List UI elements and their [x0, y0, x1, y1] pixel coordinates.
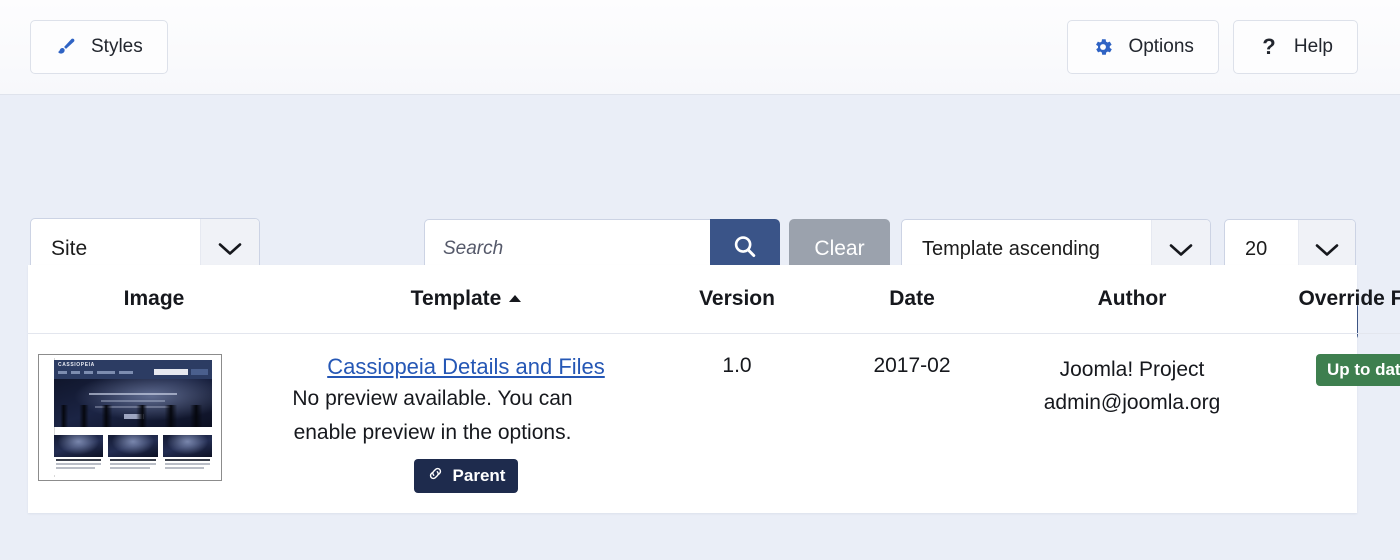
templates-table: Image Template Version Date Author Overr… [28, 265, 1400, 513]
styles-button[interactable]: Styles [30, 20, 168, 74]
help-button[interactable]: ? Help [1232, 20, 1358, 74]
table-header-row: Image Template Version Date Author Overr… [28, 265, 1400, 334]
styles-button-label: Styles [91, 36, 143, 57]
help-button-label: Help [1293, 36, 1333, 57]
top-toolbar: Styles Options ? Help [0, 0, 1400, 95]
thumbnail-card-text [164, 467, 204, 469]
column-header-image[interactable]: Image [28, 265, 280, 334]
parent-badge-label: Parent [452, 466, 506, 486]
column-header-author-label: Author [1097, 287, 1167, 310]
thumbnail-hero-image [54, 379, 212, 427]
thumbnail-card-text [56, 467, 96, 469]
author-email: admin@joomla.org [1043, 390, 1221, 414]
templates-table-card: Image Template Version Date Author Overr… [28, 265, 1400, 514]
status-badge: Up to date [1315, 354, 1400, 386]
column-header-image-label: Image [123, 287, 185, 310]
thumbnail-card-image [54, 435, 104, 457]
template-details-link[interactable]: Cassiopeia Details and Files [290, 354, 642, 380]
thumbnail-card-image [108, 435, 158, 457]
thumbnail-card-text [110, 463, 156, 465]
template-thumbnail[interactable]: CASSIOPEIA [38, 354, 222, 481]
thumbnail-card-grid [54, 435, 212, 475]
thumbnail-card-image [162, 435, 212, 457]
thumbnail-card [108, 435, 158, 475]
column-header-template[interactable]: Template [280, 265, 652, 334]
sort-ascending-icon [509, 295, 522, 302]
thumbnail-hero-button [123, 414, 145, 419]
thumbnail-card-text [110, 467, 150, 469]
filter-bar: Site Clear Template ascending [0, 95, 1400, 340]
brush-icon [55, 36, 77, 58]
table-body: CASSIOPEIA Cassiopeia Details and Files … [28, 334, 1400, 514]
template-thumbnail-preview: CASSIOPEIA [42, 358, 218, 477]
thumbnail-menu-items [58, 371, 133, 374]
search-icon [730, 232, 760, 267]
toolbar-right-group: Options ? Help [1067, 20, 1358, 74]
parent-badge: Parent [413, 459, 519, 494]
thumbnail-search-field [154, 369, 188, 375]
thumbnail-hero-line [101, 400, 165, 402]
thumbnail-site-nav: CASSIOPEIA [54, 360, 212, 379]
cell-date: 2017-02 [873, 354, 951, 377]
options-button-label: Options [1128, 36, 1194, 57]
thumbnail-card-title [56, 459, 102, 461]
thumbnail-card-title [164, 459, 210, 461]
column-header-date-label: Date [889, 287, 935, 310]
thumbnail-card-title [110, 459, 156, 461]
toolbar-left-group: Styles [30, 20, 168, 74]
template-description: No preview available. You can enable pre… [292, 387, 573, 444]
thumbnail-hero-line [88, 393, 178, 395]
column-header-override-files[interactable]: Override Files [1262, 265, 1400, 334]
column-header-override-files-label: Override Files [1298, 287, 1400, 310]
thumbnail-search-button [191, 369, 208, 375]
column-header-date[interactable]: Date [822, 265, 1002, 334]
cell-image: CASSIOPEIA [28, 334, 280, 514]
options-button[interactable]: Options [1067, 20, 1219, 74]
cell-author: Joomla! Project admin@joomla.org [1002, 334, 1262, 514]
cell-version: 1.0 [722, 354, 752, 377]
link-icon [427, 465, 444, 487]
thumbnail-hero-line [95, 406, 171, 408]
table-row: CASSIOPEIA Cassiopeia Details and Files … [28, 334, 1400, 514]
thumbnail-card [162, 435, 212, 475]
question-mark-icon: ? [1262, 34, 1276, 59]
thumbnail-card-text [164, 463, 210, 465]
gear-icon [1092, 36, 1114, 58]
column-header-version-label: Version [699, 287, 775, 310]
thumbnail-card-text [56, 463, 102, 465]
table-header: Image Template Version Date Author Overr… [28, 265, 1400, 334]
column-header-template-label: Template [410, 287, 502, 310]
column-header-author[interactable]: Author [1002, 265, 1262, 334]
thumbnail-brand-label: CASSIOPEIA [58, 362, 95, 368]
column-header-version[interactable]: Version [652, 265, 822, 334]
thumbnail-card [54, 435, 104, 475]
cell-template: Cassiopeia Details and Files No preview … [280, 334, 652, 514]
author-name: Joomla! Project [1059, 358, 1205, 381]
clear-button-label: Clear [814, 237, 865, 260]
cell-override-files: Up to date [1262, 334, 1400, 514]
